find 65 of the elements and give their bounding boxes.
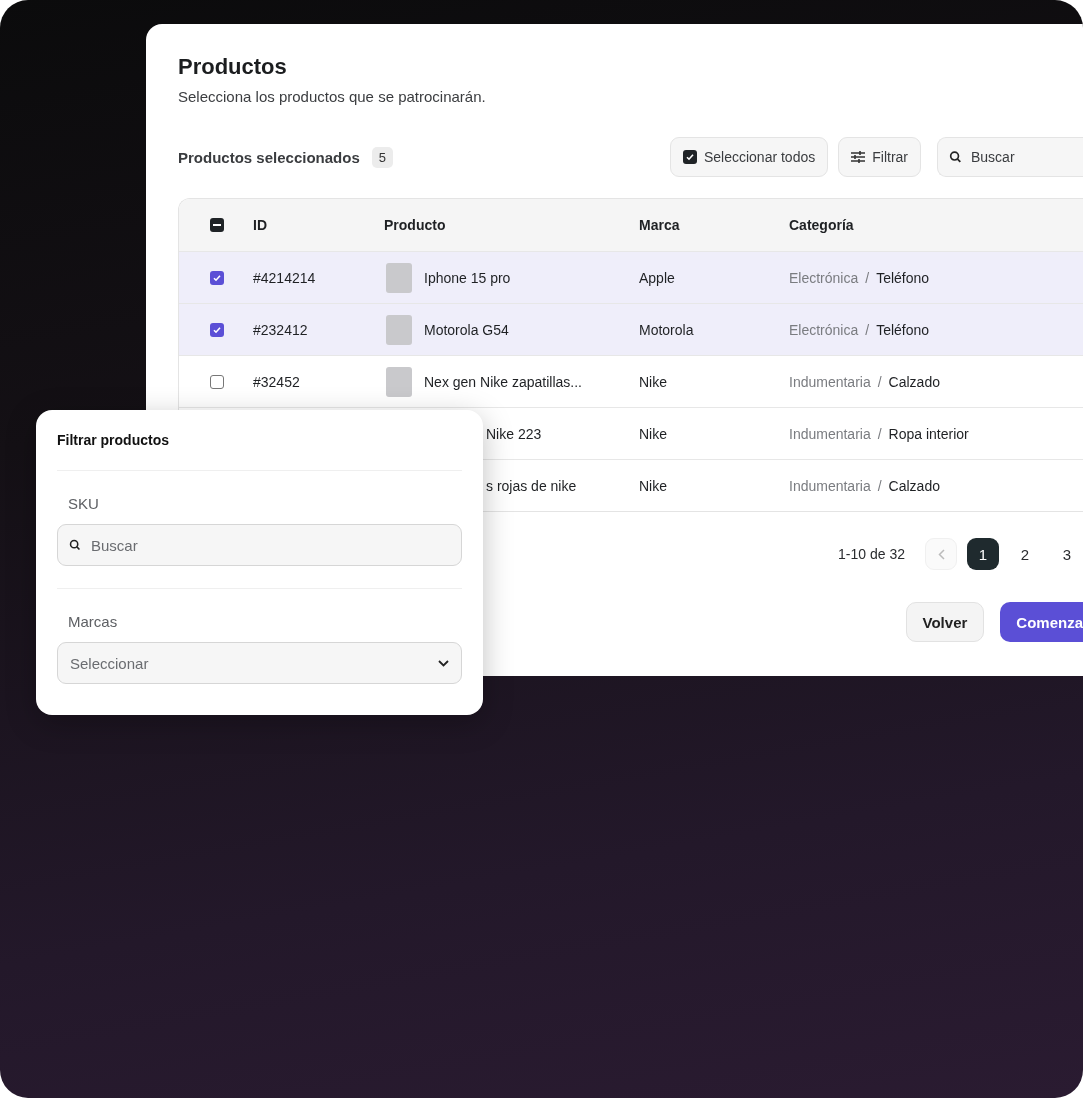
row-checkbox[interactable]	[210, 322, 224, 337]
photo-placeholder	[386, 314, 412, 345]
brand-cell: Nike	[639, 425, 667, 442]
select-all-button[interactable]: Seleccionar todos	[669, 137, 829, 177]
id-cell: #4214214	[253, 269, 316, 286]
photo-placeholder	[386, 366, 412, 397]
column-header: Marca	[639, 217, 680, 233]
checkmark-icon	[212, 324, 222, 335]
photo-placeholder	[386, 262, 412, 293]
search-icon	[69, 539, 81, 551]
selected-count: 5	[371, 146, 393, 168]
product-name: Iphone 15 pro	[424, 269, 511, 286]
category-separator: /	[877, 425, 882, 442]
brand-cell: Apple	[639, 269, 675, 286]
page-button[interactable]: 1	[967, 538, 999, 570]
minus-icon	[213, 224, 221, 226]
product-name: s rojas de nike	[486, 477, 577, 494]
page-button[interactable]: 2	[1009, 538, 1041, 570]
category-separator: /	[877, 477, 882, 494]
brands-label: Marcas	[68, 613, 119, 630]
brand-cell: Nike	[639, 373, 667, 390]
column-header: Producto	[384, 217, 446, 233]
brand-cell: Motorola	[639, 321, 694, 338]
selected-label: Productos seleccionados	[178, 148, 360, 166]
column-header: Categoría	[789, 217, 854, 233]
pagination-range: 1-10 de 32	[838, 546, 905, 562]
product-name: Nike 223	[486, 425, 542, 442]
subcategory-text: Ropa interior	[888, 425, 969, 442]
subcategory-text: Teléfono	[876, 321, 930, 338]
id-cell: #232412	[253, 321, 308, 338]
filter-button[interactable]: Filtrar	[838, 137, 921, 177]
product-name: Nex gen Nike zapatillas...	[424, 373, 582, 390]
row-checkbox[interactable]	[210, 374, 224, 389]
subcategory-text: Calzado	[888, 373, 940, 390]
card-title: Productos	[178, 54, 288, 80]
header-checkbox[interactable]	[210, 218, 224, 232]
column-header: ID	[253, 217, 267, 233]
category-text: Indumentaria	[789, 373, 871, 390]
category-separator: /	[865, 269, 870, 286]
brands-select[interactable]: Seleccionar	[57, 642, 462, 684]
sku-search-field[interactable]: Buscar	[57, 524, 462, 566]
back-button[interactable]: Volver	[905, 602, 985, 642]
category-text: Electrónica	[789, 321, 859, 338]
search-icon	[949, 150, 962, 164]
category-text: Electrónica	[789, 269, 859, 286]
chevron-down-icon	[438, 659, 449, 667]
page-button[interactable]: 3	[1051, 538, 1083, 570]
id-cell: #32452	[253, 373, 300, 390]
chevron-left-icon	[937, 548, 945, 560]
product-name: Motorola G54	[424, 321, 509, 338]
card-subtitle: Selecciona los productos que se patrocinarán.	[178, 88, 487, 105]
subcategory-text: Calzado	[888, 477, 940, 494]
panel-title: Filtrar productos	[57, 432, 170, 448]
sliders-icon	[851, 151, 866, 163]
category-text: Indumentaria	[789, 477, 871, 494]
category-separator: /	[877, 373, 882, 390]
category-separator: /	[865, 321, 870, 338]
checkmark-icon	[212, 272, 222, 283]
row-checkbox[interactable]	[210, 270, 224, 285]
subcategory-text: Teléfono	[876, 269, 930, 286]
category-text: Indumentaria	[789, 425, 871, 442]
sku-label: SKU	[68, 495, 100, 512]
start-button[interactable]: Comenza	[1000, 602, 1083, 642]
brand-cell: Nike	[639, 477, 667, 494]
search-field[interactable]: Buscar	[937, 137, 1083, 177]
